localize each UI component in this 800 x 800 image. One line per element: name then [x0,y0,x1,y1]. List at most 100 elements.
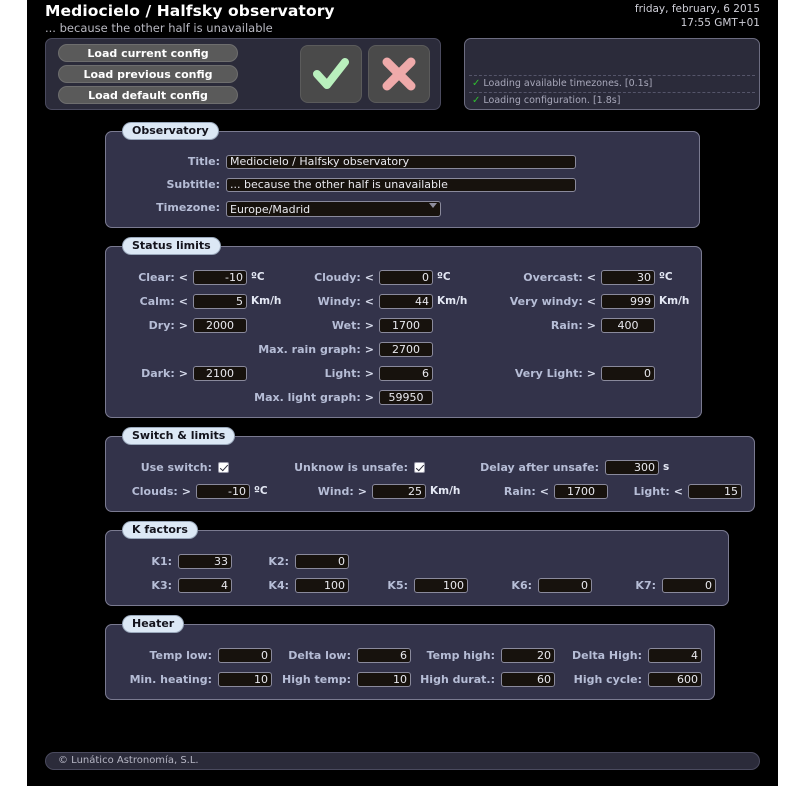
min-heating-input[interactable] [218,671,272,687]
current-time: 17:55 GMT+01 [680,17,760,29]
observatory-panel: Observatory Title: Subtitle: Timezone: [105,122,700,228]
min-heating-label: Min. heating: [129,672,212,686]
dark-input[interactable] [193,365,247,381]
windy-input[interactable] [379,293,433,309]
max-light-graph-label: Max. light graph: [254,390,361,404]
clear-input[interactable] [193,269,247,285]
action-button-group [300,45,430,103]
accept-button[interactable] [300,45,362,103]
k-factors-panel: K factors K1: K2: K3: K4: K5: K6: K7: [105,521,729,606]
overcast-label: Overcast: [523,270,583,284]
high-temp-label: High temp: [282,672,351,686]
unknown-unsafe-checkbox[interactable] [414,461,425,473]
heater-legend: Heater [122,615,185,633]
windy-operator: < [364,294,374,308]
k4-input[interactable] [295,577,349,593]
rain-input[interactable] [601,317,655,333]
check-icon: ✓ [472,78,481,89]
max-rain-graph-input[interactable] [379,341,433,357]
wind-unit: Km/h [430,485,461,497]
k3-input[interactable] [178,577,232,593]
delay-after-unsafe-input[interactable] [605,459,659,475]
calm-input[interactable] [193,293,247,309]
switch-limits-legend: Switch & limits [122,427,236,445]
delta-low-label: Delta low: [288,648,351,662]
very-windy-label: Very windy: [509,294,583,308]
very-windy-unit: Km/h [659,295,690,307]
page-subtitle: ... because the other half is unavailabl… [45,21,273,35]
page-title: Mediocielo / Halfsky observatory [45,2,335,20]
k5-input[interactable] [414,577,468,593]
cloudy-label: Cloudy: [314,270,361,284]
temp-low-input[interactable] [218,647,272,663]
config-form: Observatory Title: Subtitle: Timezone: [27,122,778,700]
max-light-graph-input[interactable] [379,389,433,405]
log-entry: ✓ Loading available timezones. [0.1s] [469,75,755,92]
load-current-config-button[interactable]: Load current config [58,44,238,62]
cloudy-input[interactable] [379,269,433,285]
light-input[interactable] [379,365,433,381]
very-windy-input[interactable] [601,293,655,309]
k1-label: K1: [151,554,172,568]
switch-rain-operator: < [539,484,549,498]
delta-high-input[interactable] [648,647,702,663]
title-input[interactable] [226,154,576,169]
use-switch-label: Use switch: [140,460,212,474]
k1-input[interactable] [178,553,232,569]
max-rain-graph-label: Max. rain graph: [258,342,361,356]
switch-light-input[interactable] [688,483,742,499]
cloudy-unit: ºC [437,271,451,283]
k7-input[interactable] [662,577,716,593]
very-light-label: Very Light: [514,366,583,380]
header-titles: Mediocielo / Halfsky observatory ... bec… [45,2,335,36]
max-rain-graph-operator: > [364,342,374,356]
log-entry-text: Loading available timezones. [0.1s] [483,78,653,89]
high-duration-input[interactable] [501,671,555,687]
temp-high-input[interactable] [501,647,555,663]
high-temp-input[interactable] [357,671,411,687]
cancel-button[interactable] [368,45,430,103]
config-button-group: Load current config Load previous config… [58,44,238,107]
overcast-input[interactable] [601,269,655,285]
use-switch-checkbox[interactable] [218,461,229,473]
k2-input[interactable] [295,553,349,569]
log-entry-text: Loading configuration. [1.8s] [483,95,621,106]
status-log-panel: ✓ Loading available timezones. [0.1s] ✓ Lo… [464,38,760,110]
delay-after-unsafe-label: Delay after unsafe: [480,460,599,474]
clouds-operator: > [181,484,191,498]
dry-input[interactable] [193,317,247,333]
check-icon: ✓ [472,95,481,106]
wind-label: Wind: [317,484,354,498]
k6-input[interactable] [538,577,592,593]
wet-input[interactable] [379,317,433,333]
delta-low-input[interactable] [357,647,411,663]
log-entry: ✓ Loading configuration. [1.8s] [469,92,755,109]
very-light-operator: > [586,366,596,380]
high-cycle-label: High cycle: [573,672,642,686]
header: Mediocielo / Halfsky observatory ... bec… [27,0,778,122]
k-factors-legend: K factors [122,521,198,539]
clouds-input[interactable] [196,483,250,499]
switch-rain-input[interactable] [554,483,608,499]
toolbar: Load current config Load previous config… [45,38,441,110]
overcast-operator: < [586,270,596,284]
current-date: friday, february, 6 2015 [634,3,760,15]
switch-light-label: Light: [633,484,670,498]
cloudy-operator: < [364,270,374,284]
load-default-config-button[interactable]: Load default config [58,86,238,104]
k3-label: K3: [151,578,172,592]
high-cycle-input[interactable] [648,671,702,687]
date-time-display: friday, february, 6 2015 17:55 GMT+01 [635,2,760,30]
delay-after-unsafe-unit: s [663,461,670,473]
switch-light-operator: < [673,484,683,498]
wet-label: Wet: [331,318,361,332]
dark-operator: > [178,366,188,380]
load-previous-config-button[interactable]: Load previous config [58,65,238,83]
heater-panel: Heater Temp low: Delta low: Temp high: D… [105,615,715,700]
wet-operator: > [364,318,374,332]
subtitle-input[interactable] [226,177,576,192]
timezone-select[interactable]: Europe/Madrid [226,201,441,218]
very-light-input[interactable] [601,365,655,381]
app-window: Mediocielo / Halfsky observatory ... bec… [27,0,778,786]
wind-input[interactable] [372,483,426,499]
